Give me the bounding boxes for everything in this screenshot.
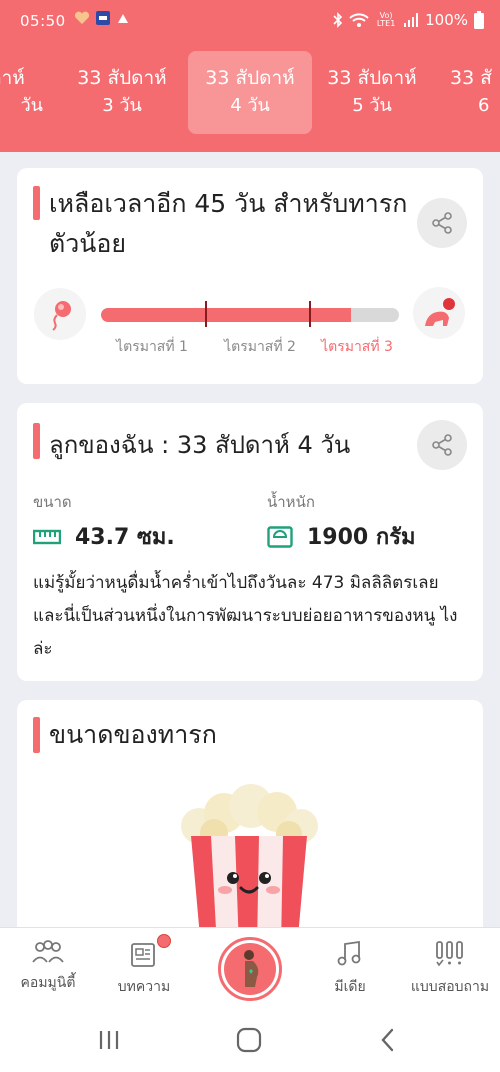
share-icon bbox=[432, 434, 452, 456]
battery-icon bbox=[474, 11, 484, 29]
countdown-card: เหลือเวลาอีก 45 วัน สำหรับทารกตัวน้อย ไต… bbox=[17, 168, 483, 384]
trimester-2-label: ไตรมาสที่ 2 bbox=[224, 339, 296, 355]
community-icon bbox=[32, 940, 64, 963]
ruler-icon bbox=[33, 529, 61, 544]
lte-indicator: Vo) LTE1 bbox=[376, 11, 396, 28]
battery-percent: 100% bbox=[425, 11, 468, 29]
sperm-icon bbox=[52, 301, 71, 331]
tab-day-5[interactable]: 33 สัปดาห์ 5 วัน bbox=[310, 51, 434, 134]
week-day-selector[interactable]: ปดาห์ วัน 33 สัปดาห์ 3 วัน 33 สัปดาห์ 4 … bbox=[0, 44, 500, 152]
pregnancy-progress-bar bbox=[101, 308, 399, 322]
bottom-navigation: คอมมูนิตี้ บทความ มีเดีย แบบสอบถาม bbox=[0, 927, 500, 1002]
trimester-3-label: ไตรมาสที่ 3 bbox=[321, 339, 393, 355]
popcorn-illustration bbox=[181, 784, 318, 938]
system-navigation-bar bbox=[0, 1002, 500, 1072]
status-time: 05:50 bbox=[20, 12, 66, 30]
countdown-title: เหลือเวลาอีก 45 วัน สำหรับทารกตัวน้อย bbox=[49, 189, 408, 258]
trimester-1-label: ไตรมาสที่ 1 bbox=[116, 339, 188, 355]
weight-label: น้ำหนัก bbox=[267, 493, 315, 511]
share-icon bbox=[432, 212, 452, 234]
article-icon bbox=[131, 943, 155, 967]
wifi-icon bbox=[349, 13, 369, 27]
recents-icon[interactable] bbox=[97, 1028, 121, 1052]
baby-info-card: ลูกของฉัน : 33 สัปดาห์ 4 วัน ขนาด 43.7 ซ… bbox=[17, 403, 483, 681]
pregnancy-home-button[interactable] bbox=[218, 937, 282, 1001]
pregnancy-progress-fill bbox=[101, 308, 352, 322]
nav-community[interactable]: คอมมูนิตี้ bbox=[3, 940, 93, 994]
pregnant-icon bbox=[244, 950, 259, 987]
news-icon bbox=[96, 11, 110, 25]
back-icon[interactable] bbox=[378, 1027, 398, 1053]
heart-icon bbox=[74, 11, 90, 24]
trimester-divider bbox=[205, 301, 207, 327]
music-icon bbox=[337, 940, 361, 966]
baby-title: ลูกของฉัน : 33 สัปดาห์ 4 วัน bbox=[49, 431, 351, 459]
home-icon[interactable] bbox=[236, 1027, 262, 1053]
nav-media[interactable]: มีเดีย bbox=[305, 940, 395, 998]
size-label: ขนาด bbox=[33, 493, 72, 511]
weight-metric: 1900 กรัม bbox=[267, 519, 416, 554]
status-bar: 05:50 Vo) LTE1 100% bbox=[0, 0, 500, 44]
quiz-icon bbox=[436, 941, 463, 967]
tab-day-3[interactable]: 33 สัปดาห์ 3 วัน bbox=[60, 51, 184, 134]
signal-icon bbox=[404, 13, 419, 27]
baby-size-card: ขนาดของทารก bbox=[17, 700, 483, 940]
nav-articles[interactable]: บทความ bbox=[99, 940, 189, 998]
birth-badge bbox=[413, 287, 465, 339]
app-notification-icon bbox=[118, 14, 128, 23]
size-metric: 43.7 ซม. bbox=[33, 519, 175, 554]
trimester-divider bbox=[309, 301, 311, 327]
share-button[interactable] bbox=[417, 420, 467, 470]
articles-notification-dot bbox=[157, 934, 171, 948]
scale-icon bbox=[267, 525, 293, 548]
baby-fact-text: แม่รู้มั้ยว่าหนูดื่มน้ำคร่ำเข้าไปถึงวันล… bbox=[33, 573, 458, 659]
tab-day-4[interactable]: 33 สัปดาห์ 4 วัน bbox=[188, 51, 312, 134]
baby-size-title: ขนาดของทารก bbox=[49, 720, 217, 749]
conception-badge bbox=[34, 288, 86, 340]
tab-day-2[interactable]: ปดาห์ วัน bbox=[0, 51, 63, 134]
tab-day-6[interactable]: 33 สั 6 bbox=[440, 51, 500, 134]
bluetooth-icon bbox=[333, 12, 343, 28]
nav-quiz[interactable]: แบบสอบถาม bbox=[405, 940, 495, 998]
crawling-baby-icon bbox=[425, 298, 455, 326]
share-button[interactable] bbox=[417, 198, 467, 248]
